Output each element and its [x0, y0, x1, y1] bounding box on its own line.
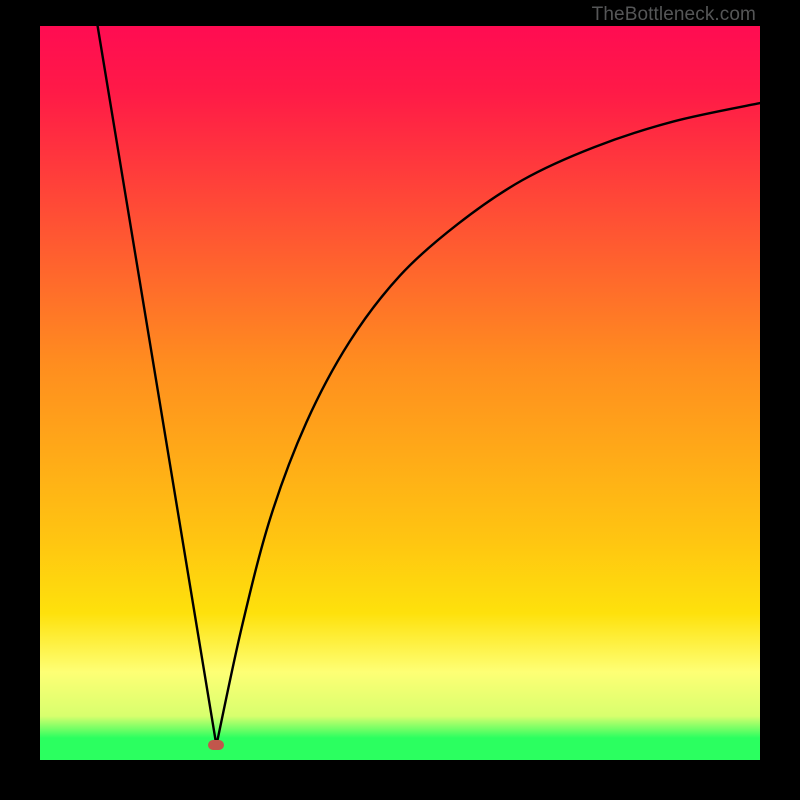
curve-layer	[40, 26, 760, 760]
bottleneck-curve-left	[98, 26, 217, 745]
minimum-marker	[208, 740, 224, 750]
chart-frame: TheBottleneck.com	[0, 0, 800, 800]
watermark-text: TheBottleneck.com	[592, 4, 756, 26]
plot-area	[40, 26, 760, 760]
bottleneck-curve-right	[216, 103, 760, 745]
